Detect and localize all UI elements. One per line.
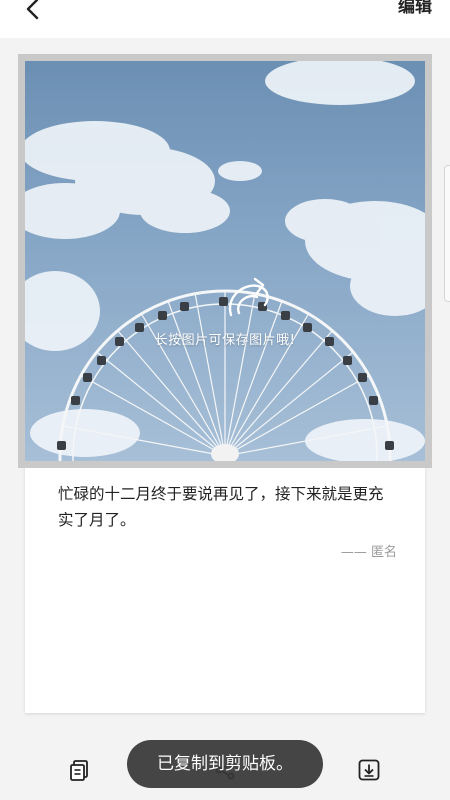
copy-icon: [70, 760, 88, 781]
copy-button[interactable]: [68, 758, 92, 782]
top-bar: 编辑: [0, 0, 450, 38]
quote-text: 忙碌的十二月终于要说再见了，接下来就是更充实了月了。: [58, 485, 384, 529]
side-handle[interactable]: [444, 165, 450, 302]
ferris-wheel-photo[interactable]: 长按图片可保存图片哦!: [25, 61, 425, 461]
download-button[interactable]: [357, 758, 381, 782]
back-button[interactable]: [18, 0, 48, 24]
save-image-hint: 长按图片可保存图片哦!: [154, 333, 296, 348]
quote-card: 长按图片可保存图片哦! 忙碌的十二月终于要说再见了，接下来就是更充实了月了。 —…: [18, 54, 432, 713]
edit-button[interactable]: 编辑: [398, 0, 432, 20]
chevron-left-icon: [26, 0, 39, 20]
photo-frame: 长按图片可保存图片哦!: [18, 54, 432, 468]
quote-author: —— 匿名: [340, 545, 397, 560]
toast-message: 已复制到剪贴板。: [127, 740, 323, 788]
photo-illustration: [25, 61, 425, 461]
download-icon: [358, 759, 380, 781]
